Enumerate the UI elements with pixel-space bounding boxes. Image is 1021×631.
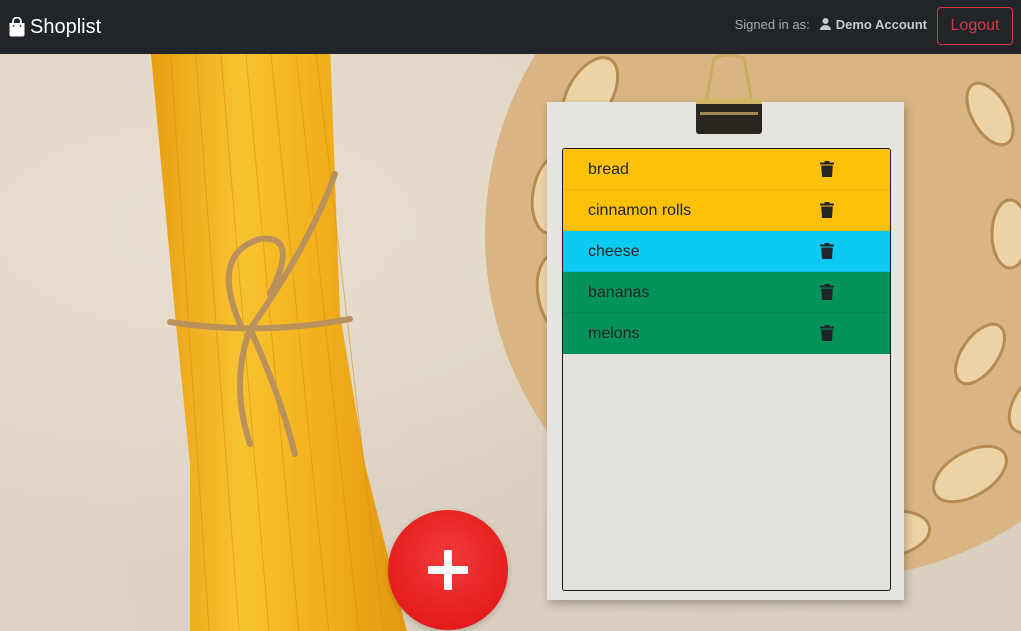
list-item[interactable]: bananas (563, 272, 890, 313)
list-item-label: bread (588, 161, 629, 178)
trash-icon[interactable] (820, 202, 834, 218)
add-item-button[interactable] (388, 510, 508, 630)
signed-in-info: Signed in as: Demo Account (735, 16, 927, 32)
shopping-bag-icon (8, 17, 26, 37)
person-icon (819, 18, 836, 30)
binder-clip-icon (696, 54, 762, 134)
list-item[interactable]: melons (563, 313, 890, 354)
brand-link[interactable]: Shoplist (8, 14, 101, 40)
spaghetti-image (150, 54, 407, 631)
shopping-list-items: bread cinnamon rolls cheese bananas melons (563, 149, 890, 354)
list-item-label: cinnamon rolls (588, 202, 692, 219)
list-item-label: cheese (588, 243, 640, 260)
list-item[interactable]: cheese (563, 231, 890, 272)
trash-icon[interactable] (820, 161, 834, 177)
list-item-label: melons (588, 325, 640, 342)
shopping-list: bread cinnamon rolls cheese bananas melons (562, 148, 891, 591)
trash-icon[interactable] (820, 284, 834, 300)
trash-icon[interactable] (820, 325, 834, 341)
trash-icon[interactable] (820, 243, 834, 259)
logout-button[interactable]: Logout (937, 7, 1013, 45)
navbar: Shoplist Signed in as: Demo Account Logo… (0, 0, 1021, 54)
list-item-label: bananas (588, 284, 650, 301)
plus-icon (428, 550, 468, 590)
brand-title: Shoplist (30, 15, 102, 38)
account-name: Demo Account (835, 16, 927, 32)
signed-in-label: Signed in as: (734, 16, 810, 32)
list-item[interactable]: bread (563, 149, 890, 190)
list-item[interactable]: cinnamon rolls (563, 190, 890, 231)
